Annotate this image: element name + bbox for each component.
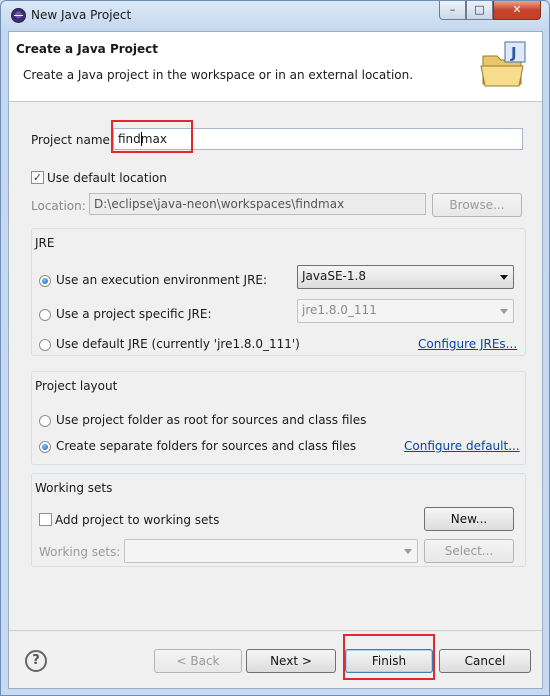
layout-root-radio[interactable] [39, 415, 51, 427]
working-sets-select[interactable] [124, 539, 418, 563]
jre-specific-select[interactable]: jre1.8.0_111 [297, 299, 514, 323]
layout-root-label: Use project folder as root for sources a… [56, 413, 367, 427]
jre-env-label: Use an execution environment JRE: [56, 273, 268, 287]
location-input[interactable]: D:\eclipse\java-neon\workspaces\findmax [89, 193, 426, 215]
jre-default-label: Use default JRE (currently 'jre1.8.0_111… [56, 337, 300, 351]
browse-button[interactable]: Browse... [432, 193, 522, 217]
configure-jres-link[interactable]: Configure JREs... [418, 337, 517, 351]
jre-env-radio[interactable] [39, 275, 51, 287]
jre-group-title: JRE [35, 236, 55, 250]
cancel-button[interactable]: Cancel [439, 649, 531, 673]
add-to-working-sets-label: Add project to working sets [55, 513, 220, 527]
project-layout-title: Project layout [35, 379, 118, 393]
highlight-box-finish [343, 634, 435, 680]
jre-env-select[interactable]: JavaSE-1.8 [297, 265, 514, 289]
layout-separate-label: Create separate folders for sources and … [56, 439, 357, 453]
jre-specific-radio[interactable] [39, 309, 51, 321]
working-sets-label: Working sets: [39, 545, 121, 559]
working-sets-title: Working sets [35, 481, 113, 495]
page-title: Create a Java Project [16, 42, 159, 56]
window-title: New Java Project [31, 8, 132, 22]
close-button[interactable]: ✕ [493, 1, 541, 20]
wizard-header: Create a Java Project Create a Java proj… [9, 32, 542, 102]
add-to-working-sets-checkbox[interactable] [39, 513, 52, 526]
project-name-label: Project name: [31, 133, 114, 147]
location-label: Location: [31, 199, 86, 213]
select-working-sets-button[interactable]: Select... [424, 539, 514, 563]
next-button[interactable]: Next > [246, 649, 336, 673]
back-button[interactable]: < Back [154, 649, 242, 673]
jre-default-radio[interactable] [39, 339, 51, 351]
button-bar-divider [9, 630, 542, 631]
maximize-button[interactable]: □ [466, 1, 493, 20]
chevron-down-icon [500, 309, 508, 314]
svg-text:J: J [510, 44, 517, 62]
new-working-set-button[interactable]: New... [424, 507, 514, 531]
chevron-down-icon [500, 275, 508, 280]
jre-specific-label: Use a project specific JRE: [56, 307, 212, 321]
configure-default-link[interactable]: Configure default... [404, 439, 520, 453]
page-description: Create a Java project in the workspace o… [23, 68, 414, 82]
use-default-location-label: Use default location [47, 171, 167, 185]
highlight-box-name [111, 120, 193, 153]
dialog-client-area: Create a Java Project Create a Java proj… [8, 31, 543, 689]
jre-env-value: JavaSE-1.8 [302, 269, 366, 283]
jre-specific-value: jre1.8.0_111 [302, 303, 377, 317]
chevron-down-icon [404, 549, 412, 554]
minimize-button[interactable]: – [439, 1, 466, 20]
help-icon[interactable]: ? [25, 650, 47, 672]
eclipse-icon [11, 8, 26, 23]
java-folder-icon: J [480, 41, 526, 87]
use-default-location-checkbox[interactable]: ✓ [31, 171, 44, 184]
layout-separate-radio[interactable] [39, 441, 51, 453]
dialog-window: New Java Project – □ ✕ Create a Java Pro… [0, 0, 550, 696]
